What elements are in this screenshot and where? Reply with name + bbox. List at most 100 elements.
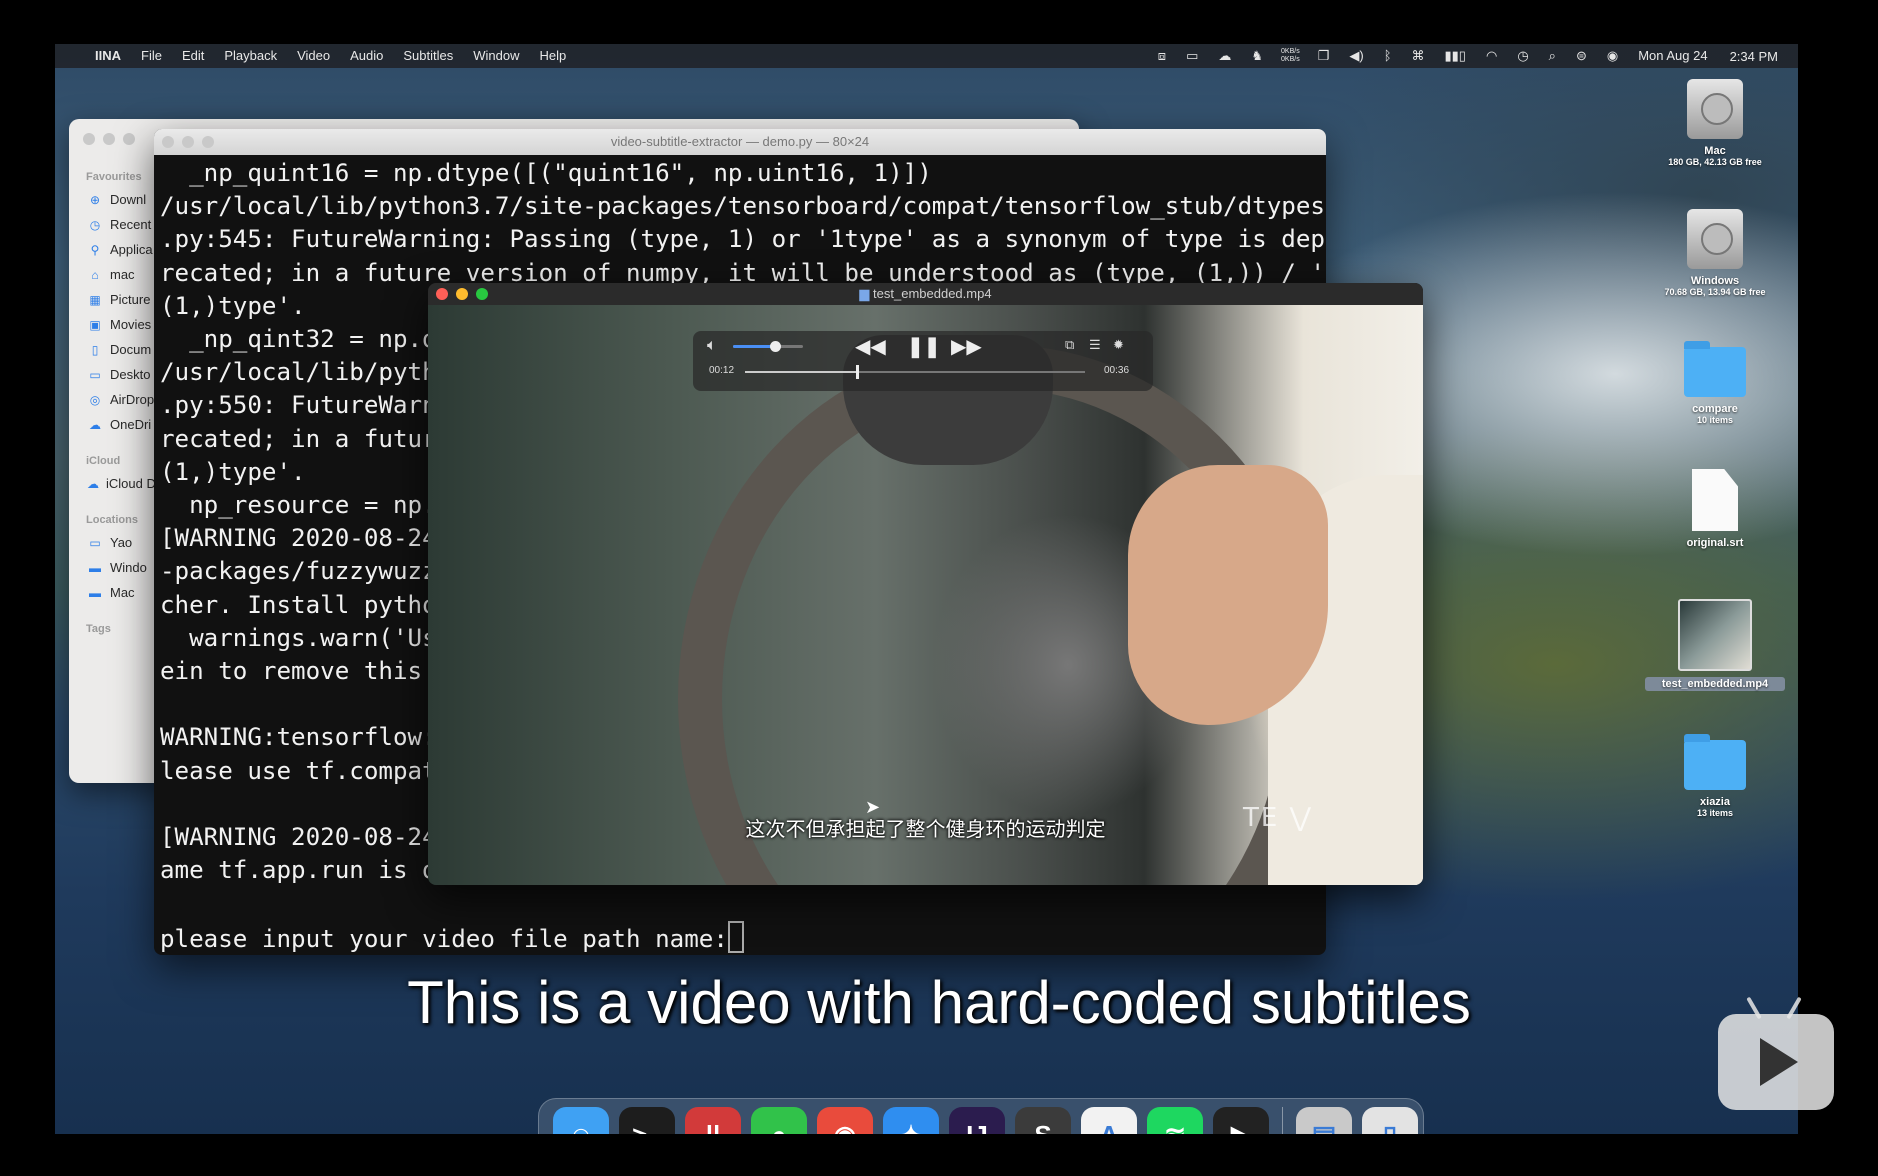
cloud-icon[interactable]: ☁ (1208, 44, 1241, 68)
sidebar-item-label: Downl (110, 192, 147, 207)
menu-video[interactable]: Video (287, 44, 340, 68)
desktop-item-label: Mac (1704, 145, 1726, 157)
terminal-line: _np_quint16 = np.dtype([("quint16", np.u… (160, 159, 932, 187)
control-center-icon[interactable]: ⊜ (1566, 44, 1597, 68)
sidebar-item-label: Windo (110, 560, 147, 575)
playlist-icon[interactable]: ☰ (1089, 337, 1101, 353)
volume-icon[interactable]: 🔈︎ (707, 337, 717, 355)
desktop-item-info: 13 items (1696, 808, 1734, 818)
wd-drive-icon[interactable]: ▭ (1176, 44, 1208, 68)
video-frame[interactable]: 🔈︎ ◀◀ ❚❚ ▶▶ ⧉ ☰ ✹ 00:12 00:36 ➤ TE ⋁ 这次不… (428, 305, 1423, 885)
menu-bar: IINA File Edit Playback Video Audio Subt… (55, 44, 1798, 68)
desktop-item-disk[interactable]: Mac 180 GB, 42.13 GB free (1645, 79, 1785, 167)
menu-file[interactable]: File (131, 44, 172, 68)
terminal-close-button[interactable] (162, 136, 174, 148)
play-icon (1760, 1038, 1798, 1086)
menu-audio[interactable]: Audio (340, 44, 393, 68)
pause-icon[interactable]: ❚❚ (907, 334, 941, 359)
menu-date[interactable]: Mon Aug 24 (1628, 44, 1717, 68)
downloads-stack-icon[interactable]: ▤ (1296, 1107, 1352, 1134)
video-platform-logo (1718, 996, 1834, 1110)
player-zoom-button[interactable] (476, 288, 488, 300)
wifi-icon[interactable]: ◠ (1476, 44, 1507, 68)
battery-icon[interactable]: ▮▮▯ (1435, 44, 1476, 68)
menu-help[interactable]: Help (530, 44, 577, 68)
terminal-title: video-subtitle-extractor — demo.py — 80×… (610, 134, 870, 149)
finder-icon[interactable]: ☺ (553, 1107, 609, 1134)
finder-minimize-button[interactable] (103, 133, 115, 145)
embedded-subtitle: 这次不但承担起了整个健身环的运动判定 (745, 817, 1106, 841)
onedrive-icon: ☁ (89, 417, 101, 432)
seek-bar[interactable] (745, 365, 1085, 379)
sidebar-item-label: AirDrop (110, 392, 155, 407)
terminal-cursor (727, 920, 744, 953)
sublime-icon[interactable]: S (1015, 1107, 1071, 1134)
cloud-icon: ☁ (87, 476, 99, 491)
terminal-line: /usr/local/lib/python3.7/site-packages/t… (160, 192, 1325, 221)
desktop-item-video[interactable]: test_embedded.mp4 (1645, 599, 1785, 691)
desktop-icon: ▭ (89, 367, 101, 382)
menu-edit[interactable]: Edit (172, 44, 214, 68)
menu-clock[interactable]: 2:34 PM (1718, 49, 1798, 64)
settings-gear-icon[interactable]: ✹ (1113, 337, 1124, 353)
terminal-zoom-button[interactable] (202, 136, 214, 148)
finder-zoom-button[interactable] (123, 133, 135, 145)
desktop-item-disk[interactable]: Windows 70.68 GB, 13.94 GB free (1645, 209, 1785, 297)
menu-playback[interactable]: Playback (214, 44, 287, 68)
safari-icon[interactable]: ✦ (883, 1107, 939, 1134)
net-up-speed: 0KB/s (1281, 48, 1300, 55)
player-close-button[interactable] (436, 288, 448, 300)
player-minimize-button[interactable] (456, 288, 468, 300)
command-icon[interactable]: ⌘ (1402, 44, 1435, 68)
player-window-controls (436, 288, 488, 300)
app-store-icon[interactable]: A (1081, 1107, 1137, 1134)
sidebar-item-label: mac (110, 267, 135, 282)
parallels-icon[interactable]: || (685, 1107, 741, 1134)
desktop-item-file[interactable]: original.srt (1645, 469, 1785, 549)
screen-record-icon[interactable]: ⧈ (1148, 44, 1176, 68)
video-icon (1678, 599, 1752, 671)
document-icon: ▯ (91, 342, 99, 357)
trash-icon[interactable]: ▯ (1362, 1107, 1418, 1134)
laptop-icon: ▭ (89, 535, 101, 550)
menu-app-name[interactable]: IINA (85, 44, 131, 68)
volume-knob[interactable] (770, 341, 781, 352)
net-down-speed: 0KB/s (1281, 56, 1300, 63)
pip-icon[interactable]: ⧉ (1065, 337, 1074, 353)
intellij-icon[interactable]: IJ (949, 1107, 1005, 1134)
player-title-bar[interactable]: ▆ test_embedded.mp4 (428, 283, 1423, 305)
wechat-icon[interactable]: ● (751, 1107, 807, 1134)
dock-separator (1282, 1107, 1283, 1134)
time-machine-icon[interactable]: ◷ (1507, 44, 1538, 68)
rewind-icon[interactable]: ◀◀ (855, 334, 886, 359)
dock: ☺ >_ || ● ◉ ✦ IJ SA ≋ ▶ ▤ ▯ (538, 1098, 1424, 1134)
spotlight-search-icon[interactable]: ⌕ (1539, 44, 1566, 68)
iina-player-window[interactable]: ▆ test_embedded.mp4 🔈︎ ◀◀ ❚❚ ▶▶ ⧉ ☰ ✹ 00… (428, 283, 1423, 885)
spotify-icon[interactable]: ≋ (1147, 1107, 1203, 1134)
terminal-icon[interactable]: >_ (619, 1107, 675, 1134)
terminal-line: please input your video file path name: (160, 924, 728, 953)
desktop-item-folder[interactable]: xiazia 13 items (1645, 732, 1785, 818)
sidebar-item-label: Yao (110, 535, 133, 550)
cat-icon[interactable]: ♞ (1241, 44, 1273, 68)
finder-close-button[interactable] (83, 133, 95, 145)
iina-icon[interactable]: ▶ (1213, 1107, 1269, 1134)
menu-subtitles[interactable]: Subtitles (393, 44, 463, 68)
fast-forward-icon[interactable]: ▶▶ (951, 334, 982, 359)
menu-window[interactable]: Window (463, 44, 529, 68)
chrome-icon[interactable]: ◉ (817, 1107, 873, 1134)
volume-fill (733, 345, 775, 348)
terminal-minimize-button[interactable] (182, 136, 194, 148)
network-speed[interactable]: 0KB/s 0KB/s (1273, 48, 1308, 64)
disk-icon (1687, 79, 1743, 139)
volume-icon[interactable]: ◀) (1339, 44, 1373, 68)
bluetooth-icon[interactable]: ᛒ (1374, 44, 1402, 68)
terminal-title-bar[interactable]: video-subtitle-extractor — demo.py — 80×… (154, 129, 1326, 155)
window-icon[interactable]: ❐ (1308, 44, 1340, 68)
desktop-item-folder[interactable]: compare 10 items (1645, 339, 1785, 425)
siri-icon[interactable]: ◉ (1597, 44, 1628, 68)
seek-knob[interactable] (856, 365, 860, 379)
terminal-window-controls (162, 136, 214, 148)
volume-slider[interactable] (733, 341, 803, 352)
sidebar-item-label: Picture (110, 292, 151, 307)
